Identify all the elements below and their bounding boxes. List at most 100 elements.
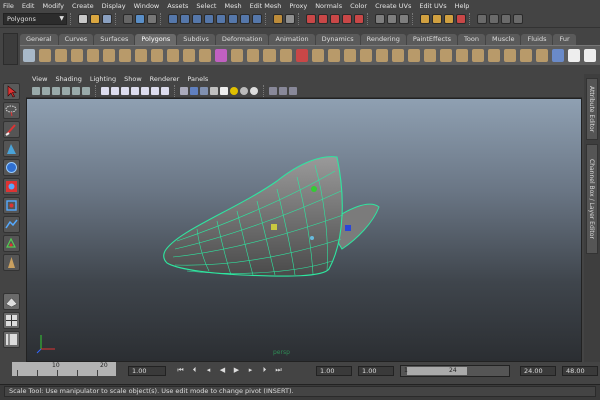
play-backwards-icon[interactable]: ◀ xyxy=(218,366,227,375)
isolate-select-icon[interactable] xyxy=(269,86,277,95)
bookmark-icon[interactable] xyxy=(52,86,60,95)
panel-menu-panels[interactable]: Panels xyxy=(187,75,208,83)
menu-edit[interactable]: Edit xyxy=(22,2,35,10)
wedge-face-icon[interactable] xyxy=(487,49,500,62)
smooth-shade-icon[interactable] xyxy=(190,86,198,95)
poly-cone-icon[interactable] xyxy=(71,49,84,62)
range-slider[interactable]: 1 24 xyxy=(400,365,510,377)
menu-edit-uvs[interactable]: Edit UVs xyxy=(419,2,446,10)
tab-deformation[interactable]: Deformation xyxy=(215,34,269,45)
snap-grid-icon[interactable] xyxy=(306,14,316,24)
menu-set-selector[interactable]: Polygons ▼ xyxy=(3,13,67,25)
mesh-body[interactable] xyxy=(163,156,343,277)
render-current-frame-icon[interactable] xyxy=(420,14,430,24)
construction-history-icon[interactable] xyxy=(399,14,409,24)
booleans-icon[interactable] xyxy=(263,49,276,62)
tab-toon[interactable]: Toon xyxy=(458,34,485,45)
poke-face-icon[interactable] xyxy=(471,49,484,62)
highlight-selection-icon[interactable] xyxy=(285,14,295,24)
bevel-icon[interactable] xyxy=(423,49,436,62)
toggle-panel-icon[interactable] xyxy=(477,14,487,24)
combine-icon[interactable] xyxy=(215,49,228,62)
extrude-icon[interactable] xyxy=(327,49,340,62)
perspective-viewport[interactable]: persp xyxy=(26,98,582,362)
poly-prism-icon[interactable] xyxy=(119,49,132,62)
soft-modification-icon[interactable] xyxy=(3,216,20,233)
automatic-mapping-icon[interactable] xyxy=(552,49,565,62)
range-start-field[interactable]: 1.00 xyxy=(316,366,352,376)
spherical-mapping-icon[interactable] xyxy=(536,49,549,62)
poly-cube-icon[interactable] xyxy=(39,49,52,62)
use-all-lights-icon[interactable] xyxy=(220,86,228,95)
poly-pyramid-icon[interactable] xyxy=(135,49,148,62)
x-axis-handle[interactable] xyxy=(310,236,314,240)
panel-menu-shading[interactable]: Shading xyxy=(55,75,81,83)
snap-view-plane-icon[interactable] xyxy=(342,14,352,24)
range-slider-handle[interactable] xyxy=(407,367,467,375)
history-icon[interactable] xyxy=(375,14,385,24)
tab-fluids[interactable]: Fluids xyxy=(521,34,553,45)
panel-menu-show[interactable]: Show xyxy=(124,75,142,83)
step-back-frame-icon[interactable]: ◂ xyxy=(204,366,213,375)
snap-curve-icon[interactable] xyxy=(318,14,328,24)
menu-create-uvs[interactable]: Create UVs xyxy=(375,2,411,10)
shadows-icon[interactable] xyxy=(240,86,248,95)
poly-helix-icon[interactable] xyxy=(167,49,180,62)
mirror-geometry-icon[interactable] xyxy=(311,49,324,62)
panel-menu-view[interactable]: View xyxy=(32,75,47,83)
menu-create[interactable]: Create xyxy=(72,2,94,10)
tab-general[interactable]: General xyxy=(20,34,58,45)
tab-rendering[interactable]: Rendering xyxy=(360,34,406,45)
select-deformer-icon[interactable] xyxy=(216,14,226,24)
gate-mask-icon[interactable] xyxy=(131,86,139,95)
offset-edge-loop-icon[interactable] xyxy=(407,49,420,62)
safe-action-icon[interactable] xyxy=(151,86,159,95)
wireframe-icon[interactable] xyxy=(180,86,188,95)
tab-fur[interactable]: Fur xyxy=(553,34,576,45)
tab-dynamics[interactable]: Dynamics xyxy=(315,34,360,45)
menu-proxy[interactable]: Proxy xyxy=(289,2,307,10)
select-dynamic-icon[interactable] xyxy=(228,14,238,24)
default-light-icon[interactable] xyxy=(230,86,238,95)
grid-icon[interactable] xyxy=(101,86,109,95)
move-tool-icon[interactable] xyxy=(3,140,20,157)
poly-cylinder-icon[interactable] xyxy=(55,49,68,62)
playback-start-field[interactable]: 1.00 xyxy=(358,366,394,376)
smooth-icon[interactable] xyxy=(279,49,292,62)
split-polygon-icon[interactable] xyxy=(375,49,388,62)
menu-file[interactable]: File xyxy=(3,2,14,10)
tab-animation[interactable]: Animation xyxy=(269,34,315,45)
render-settings-icon[interactable] xyxy=(444,14,454,24)
append-polygon-icon[interactable] xyxy=(359,49,372,62)
poly-pipe-icon[interactable] xyxy=(151,49,164,62)
four-view-layout-icon[interactable] xyxy=(3,312,20,329)
tab-channel-box[interactable]: Channel Box / Layer Editor xyxy=(586,144,598,254)
current-frame-field[interactable]: 1.00 xyxy=(128,366,166,376)
poly-plane-icon[interactable] xyxy=(87,49,100,62)
ambient-occlusion-icon[interactable] xyxy=(250,86,258,95)
menu-window[interactable]: Window xyxy=(134,2,160,10)
save-scene-icon[interactable] xyxy=(102,14,112,24)
cylindrical-mapping-icon[interactable] xyxy=(519,49,532,62)
uv-texture-editor-icon[interactable] xyxy=(584,49,597,62)
new-scene-icon[interactable] xyxy=(78,14,88,24)
ipr-render-icon[interactable] xyxy=(432,14,442,24)
magnet-icon[interactable] xyxy=(456,14,466,24)
xray-joints-icon[interactable] xyxy=(289,86,297,95)
lasso-tool-icon[interactable] xyxy=(3,102,20,119)
tab-muscle[interactable]: Muscle xyxy=(485,34,521,45)
poly-sphere-icon[interactable] xyxy=(23,49,36,62)
planar-mapping-icon[interactable] xyxy=(503,49,516,62)
toggle-panel-icon[interactable] xyxy=(513,14,523,24)
go-to-start-icon[interactable]: ⏮ xyxy=(176,366,185,375)
tab-polygons[interactable]: Polygons xyxy=(135,34,177,45)
tab-painteffects[interactable]: PaintEffects xyxy=(406,34,458,45)
component-mode-icon[interactable] xyxy=(147,14,157,24)
input-output-icon[interactable] xyxy=(387,14,397,24)
extract-icon[interactable] xyxy=(247,49,260,62)
tab-attribute-editor[interactable]: Attribute Editor xyxy=(586,78,598,140)
xray-icon[interactable] xyxy=(279,86,287,95)
tab-surfaces[interactable]: Surfaces xyxy=(94,34,135,45)
single-perspective-layout-icon[interactable] xyxy=(3,293,20,310)
select-surface-icon[interactable] xyxy=(204,14,214,24)
